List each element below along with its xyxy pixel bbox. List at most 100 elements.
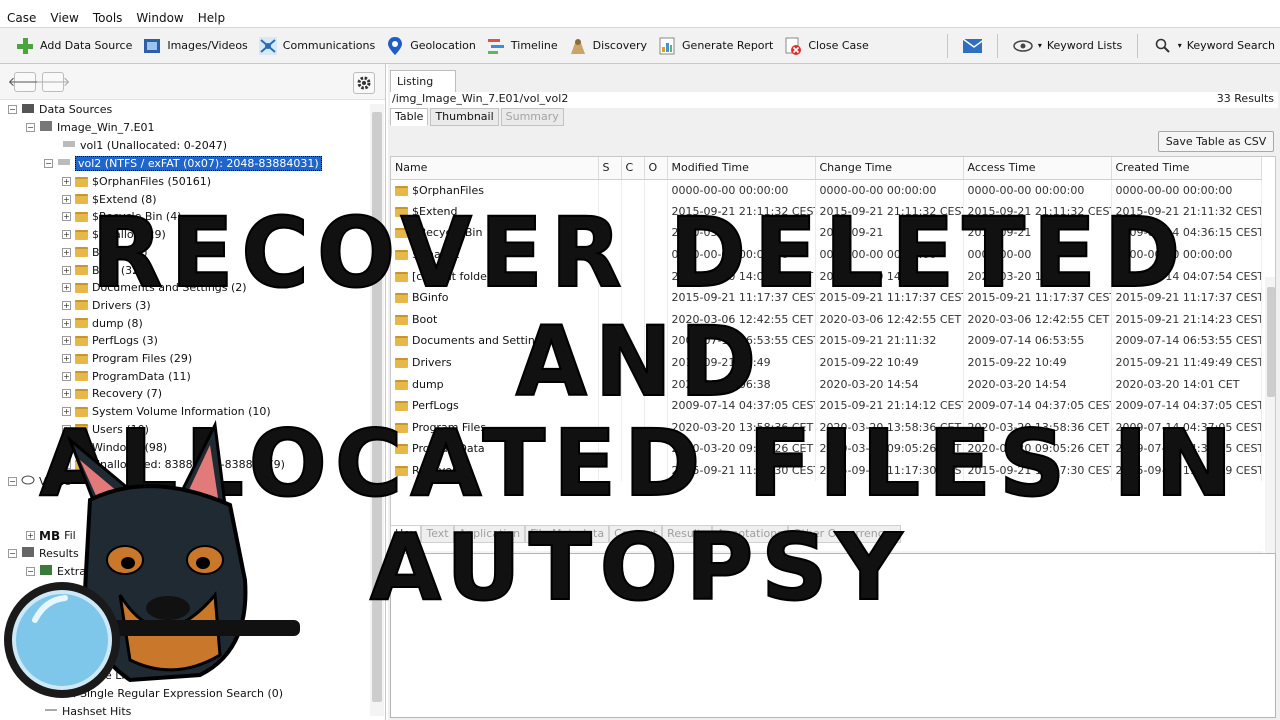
- tree-label-selected: vol2 (NTFS / exFAT (0x07): 2048-83884031…: [75, 156, 322, 171]
- keyword-search-button[interactable]: ▾ Keyword Search: [1148, 31, 1280, 61]
- tree-node-folder[interactable]: + BGinfo (5): [62, 244, 148, 261]
- expand-icon[interactable]: +: [62, 336, 71, 346]
- column-header[interactable]: Access Time: [963, 157, 1112, 180]
- geolocation-button[interactable]: Geolocation: [380, 31, 481, 61]
- expand-icon[interactable]: +: [62, 177, 71, 186]
- images-videos-button[interactable]: Images/Videos: [137, 31, 252, 61]
- tree-node-folder[interactable]: + System Volume Information (10): [62, 403, 271, 420]
- viewer-tab[interactable]: File Metadata: [525, 525, 610, 543]
- expand-icon[interactable]: +: [62, 212, 71, 222]
- save-table-csv-button[interactable]: Save Table as CSV: [1158, 131, 1274, 152]
- column-header[interactable]: C: [621, 157, 645, 180]
- table-row[interactable]: Program Files 2020-03-20 13:58:36 CET 2020…: [391, 416, 1262, 439]
- expand-icon[interactable]: +: [62, 300, 71, 310]
- expand-icon[interactable]: +: [62, 407, 71, 417]
- tree-node-folder[interactable]: + dump (8): [62, 315, 143, 332]
- tree-node-folder[interactable]: + Drivers (3): [62, 297, 151, 314]
- cell-flag: [598, 351, 622, 374]
- collapse-icon[interactable]: −: [8, 105, 17, 114]
- table-vertical-scrollbar[interactable]: [1265, 277, 1275, 567]
- menu-case[interactable]: Case: [0, 11, 43, 25]
- column-header[interactable]: Modified Time: [667, 157, 816, 180]
- collapse-icon[interactable]: −: [44, 159, 53, 168]
- table-row[interactable]: dump 2020-03-20 06:38 2020-03-20 14:54 2020…: [391, 373, 1262, 395]
- tree-node-data-sources[interactable]: − Data Sources: [8, 101, 112, 118]
- expand-icon[interactable]: +: [62, 389, 71, 399]
- column-header[interactable]: O: [644, 157, 668, 180]
- expand-icon[interactable]: +: [62, 371, 71, 381]
- table-row[interactable]: $Unalloc 0000-00-00 00:00:00 0000-00-00 00…: [391, 243, 1262, 266]
- tree-node-folder[interactable]: + Program Files (29): [62, 350, 192, 367]
- expand-icon[interactable]: +: [62, 265, 71, 275]
- table-row[interactable]: Drivers 2015-09-21 11:49 2015-09-22 10:49 2…: [391, 351, 1262, 374]
- expand-icon[interactable]: +: [62, 354, 71, 363]
- tree-node-folder[interactable]: + ProgramData (11): [62, 368, 191, 385]
- table-row[interactable]: $Recycle.Bin 2020-03-1 2015-09-21 2015-09-2…: [391, 222, 1262, 244]
- menu-help[interactable]: Help: [191, 11, 232, 25]
- table-row[interactable]: $OrphanFiles 0000-00-00 00:00:00 0000-00-0…: [391, 179, 1262, 201]
- forward-arrow-icon[interactable]: 🡒: [36, 71, 70, 92]
- keyword-lists-button[interactable]: ▾ Keyword Lists: [1008, 31, 1127, 61]
- main-toolbar: Add Data Source Images/Videos Communicat…: [0, 28, 1280, 64]
- table-row[interactable]: Recovery 2015-09-21 11:17:30 CEST 2015-09-…: [391, 459, 1262, 482]
- scrollbar-thumb[interactable]: [1267, 287, 1275, 397]
- table-row[interactable]: Documents and Settings 2009-07-14 06:53:5…: [391, 330, 1262, 352]
- viewer-tab[interactable]: Context: [609, 525, 663, 543]
- tree-node-folder[interactable]: + $Extend (8): [62, 191, 157, 208]
- viewer-tab[interactable]: Text: [421, 525, 454, 543]
- tab-table[interactable]: Table: [390, 108, 429, 126]
- tree-node-vol2[interactable]: − vol2 (NTFS / exFAT (0x07): 2048-838840…: [44, 155, 322, 172]
- viewer-tab[interactable]: Hex: [390, 525, 422, 543]
- table-row[interactable]: BGinfo 2015-09-21 11:17:37 CEST 2015-09-21…: [391, 286, 1262, 309]
- gear-icon[interactable]: [353, 72, 375, 94]
- table-row[interactable]: Boot 2020-03-06 12:42:55 CET 2020-03-06 12…: [391, 308, 1262, 331]
- table-row[interactable]: PerfLogs 2009-07-14 04:37:05 CEST 2015-09-…: [391, 394, 1262, 417]
- tree-node-folder[interactable]: + $Recycle.Bin (4): [62, 208, 182, 225]
- tab-thumbnail[interactable]: Thumbnail: [430, 108, 499, 126]
- file-name: dump: [412, 377, 444, 391]
- table-row[interactable]: [current folder] 2020-03-20 14:01:21 CET 2…: [391, 265, 1262, 287]
- tree-node-image[interactable]: − Image_Win_7.E01: [26, 119, 155, 136]
- expand-icon[interactable]: +: [62, 230, 71, 240]
- generate-report-button[interactable]: Generate Report: [652, 31, 778, 61]
- tab-listing[interactable]: Listing: [390, 70, 456, 92]
- add-data-source-button[interactable]: Add Data Source: [10, 31, 137, 61]
- column-header[interactable]: Name: [391, 157, 599, 180]
- menu-view[interactable]: View: [43, 11, 85, 25]
- expand-icon[interactable]: +: [62, 283, 71, 293]
- viewer-tab[interactable]: Other Occurrences: [787, 525, 902, 543]
- tree-node-folder[interactable]: + Documents and Settings (2): [62, 279, 247, 296]
- discovery-button[interactable]: Discovery: [563, 31, 652, 61]
- viewer-tab[interactable]: Application: [453, 525, 526, 543]
- tree-node-folder[interactable]: + PerfLogs (3): [62, 332, 158, 349]
- tree-node-vol1[interactable]: vol1 (Unallocated: 0-2047): [62, 137, 227, 154]
- expand-icon[interactable]: +: [62, 194, 71, 204]
- expand-icon[interactable]: +: [62, 318, 71, 328]
- geolocation-label: Geolocation: [410, 39, 476, 52]
- tree-node-folder[interactable]: + Recovery (7): [62, 385, 162, 402]
- tree-scrollbar[interactable]: [370, 104, 384, 716]
- expand-icon[interactable]: +: [62, 247, 71, 257]
- collapse-icon[interactable]: −: [26, 123, 35, 132]
- timeline-button[interactable]: Timeline: [481, 31, 563, 61]
- column-header[interactable]: S: [598, 157, 622, 180]
- tree-node-folder[interactable]: + $Unalloc (29): [62, 226, 166, 243]
- table-row[interactable]: ProgramData 2020-03-20 09:05:26 CET 2020-0…: [391, 438, 1262, 460]
- table-row[interactable]: $Extend 2015-09-21 21:11:32 CEST 2015-09-2…: [391, 200, 1262, 223]
- menu-tools[interactable]: Tools: [86, 11, 130, 25]
- cell-time: 2009-07-14 04:37:05 CEST: [1111, 438, 1262, 460]
- viewer-tab[interactable]: Annotations: [711, 525, 788, 543]
- tree-node-folder[interactable]: + Boot (32): [62, 262, 143, 279]
- menu-window[interactable]: Window: [129, 11, 190, 25]
- close-case-button[interactable]: Close Case: [778, 31, 873, 61]
- scrollbar-thumb[interactable]: [372, 112, 382, 702]
- viewer-tab[interactable]: Results: [662, 525, 712, 543]
- tree-node-folder[interactable]: + $OrphanFiles (50161): [62, 173, 211, 190]
- email-button[interactable]: [957, 31, 987, 61]
- tab-summary[interactable]: Summary: [500, 108, 564, 126]
- file-name: ProgramData: [412, 442, 485, 456]
- column-header[interactable]: Change Time: [815, 157, 964, 180]
- column-header[interactable]: Created Time: [1111, 157, 1262, 180]
- communications-button[interactable]: Communications: [253, 31, 380, 61]
- back-arrow-icon[interactable]: 🡐: [8, 71, 42, 92]
